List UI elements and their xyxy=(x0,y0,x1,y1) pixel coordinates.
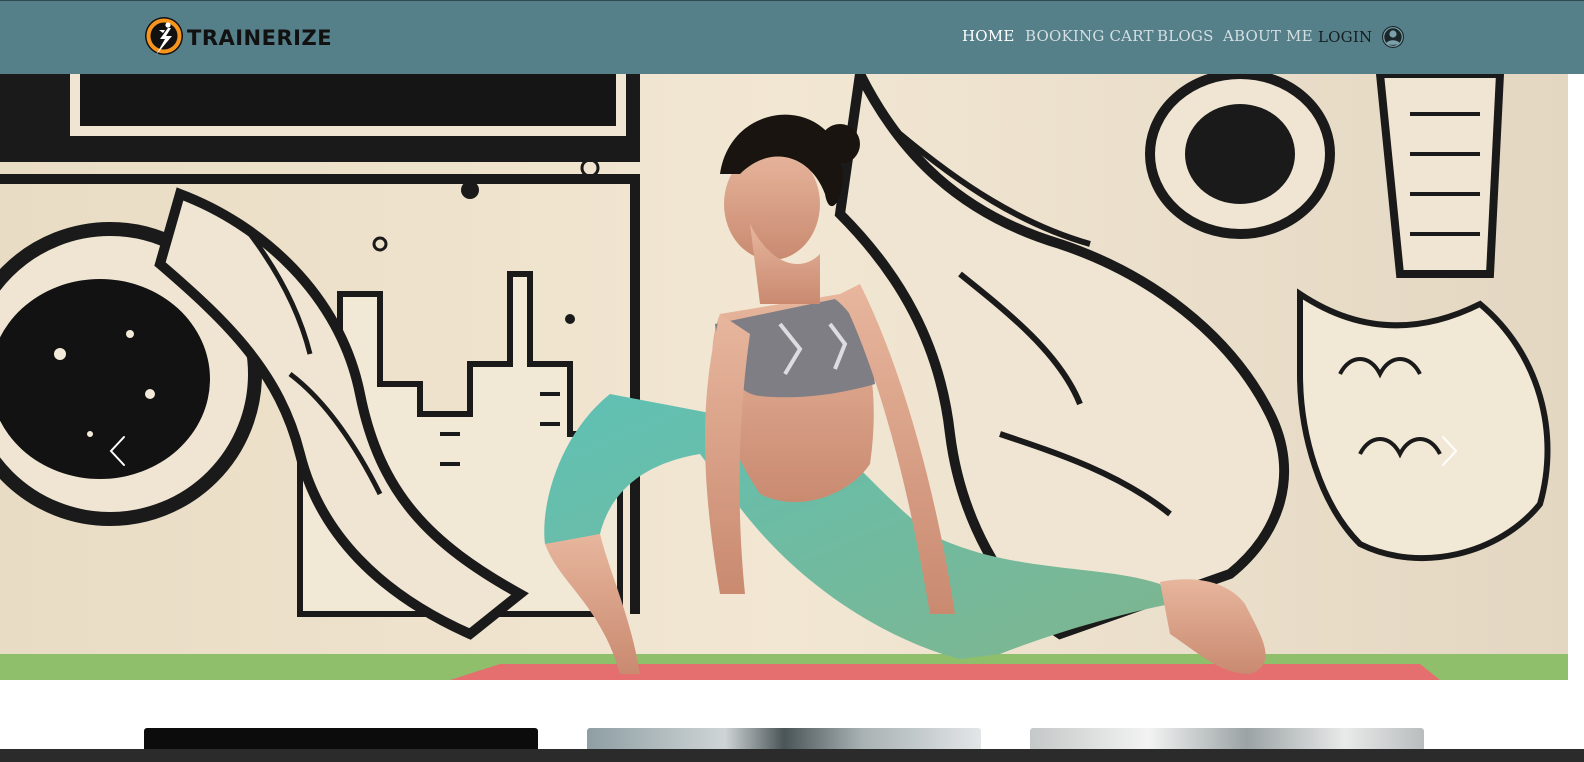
bottom-edge-bar xyxy=(0,749,1584,762)
nav-blogs[interactable]: BLOGS xyxy=(1157,24,1214,48)
login-label: LOGIN xyxy=(1318,28,1373,46)
nav-booking-cart[interactable]: BOOKING CART xyxy=(1025,24,1154,48)
hero-slide-image xyxy=(0,74,1568,680)
nav-about-me[interactable]: ABOUT ME xyxy=(1223,24,1313,48)
page-scrollbar[interactable] xyxy=(1568,74,1584,762)
top-navbar: TRAINERIZE HOME BOOKING CART BLOGS ABOUT… xyxy=(0,0,1584,74)
chevron-right-icon[interactable] xyxy=(1438,434,1460,468)
chevron-left-icon[interactable] xyxy=(107,434,129,468)
brand-link[interactable]: TRAINERIZE xyxy=(143,14,332,62)
lightning-runner-logo-icon xyxy=(145,17,183,55)
user-circle-icon xyxy=(1382,26,1405,48)
login-button[interactable]: LOGIN xyxy=(1318,25,1405,49)
hero-carousel[interactable] xyxy=(0,74,1568,680)
nav-home[interactable]: HOME xyxy=(962,24,1015,48)
brand-name: TRAINERIZE xyxy=(187,26,333,50)
